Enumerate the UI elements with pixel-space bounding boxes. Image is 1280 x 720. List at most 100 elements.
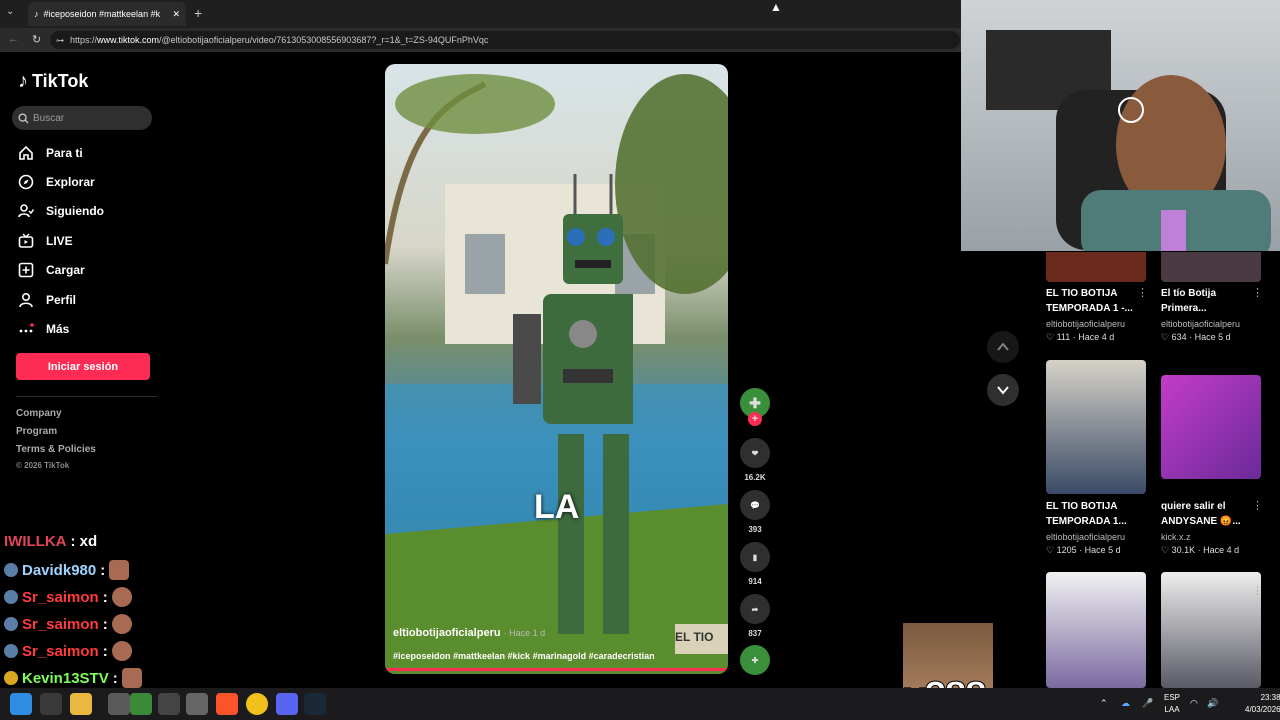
video-hashtags[interactable]: #iceposeidon #mattkeelan #kick #marinago…	[393, 651, 655, 661]
footer-link-company[interactable]: Company	[16, 408, 62, 419]
like-button[interactable]: ❤ 16.2K	[738, 438, 772, 482]
url-path: /@eltiobotijaoficialperu/video/761305300…	[159, 35, 489, 45]
sidebar-item-mas[interactable]: Más	[18, 318, 69, 340]
video-player[interactable]: EL TIO	[385, 64, 728, 674]
video-progress-bar[interactable]	[385, 668, 728, 671]
login-button[interactable]: Iniciar sesión	[16, 353, 150, 380]
chat-user: Davidk980	[22, 561, 97, 579]
chat-badge-icon	[4, 644, 18, 658]
chat-message: Davidk980:	[4, 560, 130, 580]
chat-emote-icon	[109, 560, 130, 580]
video-author[interactable]: eltiobotijaoficialperu · Hace 1 d	[393, 627, 545, 639]
microphone-tray-icon[interactable]: 🎤	[1142, 698, 1153, 709]
taskbar-clock[interactable]: 23:38 4/03/2026	[1245, 692, 1280, 716]
chevron-up-icon	[997, 342, 1009, 351]
sidebar-item-label: Más	[46, 322, 70, 336]
footer-link-terms[interactable]: Terms & Policies	[16, 444, 96, 455]
card-meta: ♡ 634 · Hace 5 d	[1161, 332, 1231, 342]
thumbnail[interactable]	[1161, 572, 1261, 688]
chat-user: Sr_saimon	[22, 642, 99, 660]
browser-tab[interactable]: ♪ #iceposeidon #mattkeelan #k ✕	[28, 2, 186, 26]
thumbnail[interactable]	[1046, 360, 1146, 494]
app-taskbar-icon[interactable]	[186, 693, 208, 715]
volume-tray-icon[interactable]: 🔊	[1207, 698, 1218, 709]
card-time: Hace 5 d	[1194, 332, 1231, 342]
recommended-video-card[interactable]: El tío Botija Primera... eltiobotijaofic…	[1161, 286, 1266, 343]
back-icon[interactable]: ←	[8, 33, 19, 45]
tiktok-logo[interactable]: ♪ TikTok	[18, 70, 88, 93]
sidebar-item-siguiendo[interactable]: Siguiendo	[18, 200, 104, 222]
heart-icon: ❤	[740, 438, 770, 468]
chrome-icon[interactable]	[246, 693, 268, 715]
sidebar-item-para-ti[interactable]: Para ti	[18, 142, 83, 164]
chat-text: :	[102, 615, 108, 633]
recommended-video-card[interactable]: quiere salir el ANDYSANE 😡... kick.x.z ♡…	[1161, 499, 1266, 556]
thumbnail[interactable]	[1046, 252, 1146, 282]
card-likes: 1205	[1056, 545, 1077, 555]
sidebar-item-perfil[interactable]: Perfil	[18, 289, 76, 311]
url-domain: www.tiktok.com	[97, 35, 160, 45]
url-input[interactable]: ⊶ https://www.tiktok.com/@eltiobotijaofi…	[50, 31, 960, 49]
search-input[interactable]: Buscar	[12, 106, 152, 130]
follow-plus-icon[interactable]: +	[748, 412, 762, 426]
sound-disc[interactable]: ✚	[738, 645, 772, 675]
chat-badge-icon	[4, 563, 18, 577]
footer-link-program[interactable]: Program	[16, 426, 57, 437]
obs-taskbar-icon[interactable]	[158, 693, 180, 715]
thumbnail[interactable]	[1161, 375, 1261, 479]
profile-icon	[19, 292, 33, 308]
sidebar-item-label: Siguiendo	[46, 204, 104, 218]
video-time: · Hace 1 d	[503, 628, 546, 638]
site-info-icon[interactable]: ⊶	[56, 36, 64, 45]
brave-icon[interactable]	[216, 693, 238, 715]
sidebar-item-cargar[interactable]: Cargar	[18, 259, 85, 281]
card-more-icon[interactable]: ⋮	[1137, 286, 1148, 299]
previous-video-button[interactable]	[987, 331, 1019, 363]
tray-chevron-up-icon[interactable]: ⌃	[1100, 698, 1108, 709]
file-explorer-icon[interactable]	[70, 693, 92, 715]
url-prefix: https://	[70, 35, 98, 45]
video-author-name[interactable]: eltiobotijaoficialperu	[393, 627, 501, 639]
thumbnail[interactable]	[1046, 572, 1146, 688]
chat-emote-icon	[121, 668, 142, 688]
chat-message: Sr_saimon:	[4, 587, 132, 607]
comment-button[interactable]: 💬 393	[738, 490, 772, 534]
save-button[interactable]: ▮ 914	[738, 542, 772, 586]
sidebar-item-live[interactable]: LIVE	[18, 230, 73, 252]
recommended-video-card[interactable]: EL TIO BOTIJA TEMPORADA 1 -... eltioboti…	[1046, 286, 1151, 343]
card-more-icon[interactable]: ⋮	[1252, 499, 1263, 512]
lang-line-2: LAA	[1164, 705, 1180, 714]
app-taskbar-icon[interactable]	[108, 693, 130, 715]
bookmark-icon: ▮	[740, 542, 770, 572]
steam-icon[interactable]	[304, 693, 326, 715]
creator-avatar[interactable]: ✚ +	[738, 388, 772, 426]
language-indicator[interactable]: ESP LAA	[1164, 692, 1180, 716]
wifi-tray-icon[interactable]: ◠	[1190, 698, 1198, 709]
sidebar-item-explorar[interactable]: Explorar	[18, 171, 95, 193]
search-taskbar-icon[interactable]	[40, 693, 62, 715]
next-video-button[interactable]	[987, 374, 1019, 406]
card-more-icon[interactable]: ⋮	[1252, 286, 1263, 299]
play-taskbar-icon[interactable]	[130, 693, 152, 715]
video-caption-word: LA	[534, 488, 580, 526]
share-button[interactable]: ➦ 837	[738, 594, 772, 638]
card-time: Hace 4 d	[1078, 332, 1115, 342]
share-count: 837	[748, 629, 762, 638]
new-tab-icon[interactable]: +	[194, 5, 202, 21]
thumbnail[interactable]	[1161, 252, 1261, 282]
windows-start-icon[interactable]	[10, 693, 32, 715]
network-tray-icon[interactable]: ☁	[1121, 698, 1130, 709]
reload-icon[interactable]: ↻	[32, 33, 41, 46]
clock-time: 23:38	[1260, 693, 1280, 702]
close-tab-icon[interactable]: ✕	[172, 9, 180, 20]
chat-message: IWILLKA: xd	[4, 532, 97, 550]
following-icon	[18, 204, 34, 218]
tab-list-icon[interactable]: ⌄	[6, 6, 14, 17]
card-title: El tío Botija Primera...	[1161, 288, 1216, 314]
card-likes: 111	[1056, 332, 1071, 342]
discord-icon[interactable]	[276, 693, 298, 715]
heart-outline-icon: ♡	[1046, 545, 1055, 555]
recommended-video-card[interactable]: EL TIO BOTIJA TEMPORADA 1... eltiobotija…	[1046, 499, 1151, 556]
copyright: © 2026 TikTok	[16, 461, 70, 470]
card-more-icon[interactable]: ⋮	[1252, 584, 1263, 597]
